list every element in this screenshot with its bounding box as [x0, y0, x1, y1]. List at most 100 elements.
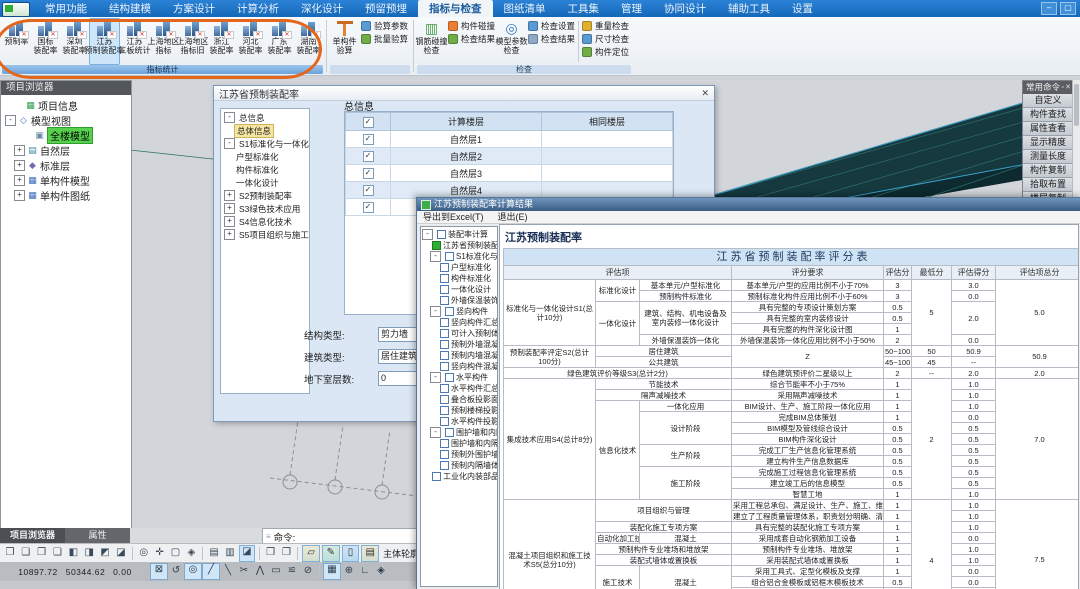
checkbox-icon[interactable]	[440, 439, 449, 448]
checkbox-checked-icon[interactable]: ✓	[363, 117, 374, 128]
ribbon-button[interactable]: ✕预制率	[2, 18, 31, 65]
command-button[interactable]: 显示精度	[1023, 136, 1073, 150]
menu-item[interactable]: 导出到Excel(T)	[423, 211, 484, 223]
project-tree-item[interactable]: +◆标准层	[1, 158, 131, 173]
results-tree-item[interactable]: 预制内墙混凝土体积	[421, 350, 497, 361]
dialog-tree-item[interactable]: 构件标准化	[221, 163, 309, 176]
panel-tab[interactable]: 属性	[65, 528, 130, 543]
checkbox-icon[interactable]	[440, 318, 449, 327]
checkbox-checked-icon[interactable]: ✓	[363, 151, 374, 162]
tree-expander-icon[interactable]: -	[224, 112, 235, 123]
view-cube-right-icon[interactable]: ◨	[82, 546, 96, 561]
checkbox-icon[interactable]	[440, 329, 449, 338]
results-tree-item[interactable]: 竖向构件汇总表	[421, 317, 497, 328]
project-tree-item[interactable]: ▦项目信息	[1, 98, 131, 113]
tree-expander-icon[interactable]: -	[224, 138, 235, 149]
results-tree-item[interactable]: 外墙保温装饰一体化	[421, 295, 497, 306]
polar-line-icon[interactable]: ╲	[220, 564, 236, 579]
checkbox-icon[interactable]	[440, 285, 449, 294]
ribbon-button[interactable]: ✕上海地区指标旧	[178, 18, 207, 65]
undo-view-icon[interactable]: ↺	[168, 564, 184, 579]
results-tree-item[interactable]: 户型标准化	[421, 262, 497, 273]
export-view-icon[interactable]: ▤	[207, 546, 221, 561]
checkbox-cell[interactable]: ✓	[346, 148, 391, 165]
menu-tab[interactable]: 结构建模	[98, 0, 162, 17]
disable-snap-icon[interactable]: ⊘	[300, 564, 316, 579]
ribbon-small-button[interactable]: 检查设置	[528, 20, 575, 31]
results-tree-item[interactable]: -围护墙和内隔墙	[421, 427, 497, 438]
checkbox-icon[interactable]	[440, 351, 449, 360]
slab-display-toggle[interactable]: ▱	[302, 545, 320, 562]
pan-icon[interactable]: ✛	[153, 546, 167, 561]
menu-tab[interactable]: 方案设计	[162, 0, 226, 17]
view-cube-iso-icon[interactable]: ❐	[3, 546, 17, 561]
wireframe-icon[interactable]: ❒	[264, 546, 278, 561]
results-tree-item[interactable]: 一体化设计	[421, 284, 497, 295]
ribbon-small-button[interactable]: 尺寸检查	[582, 33, 629, 44]
checkbox-icon[interactable]	[440, 395, 449, 404]
gem-display-icon[interactable]: ◈	[373, 564, 389, 579]
checkbox-cell[interactable]: ✓	[346, 182, 391, 199]
results-tree-item[interactable]: 预制外墙混凝土体积	[421, 339, 497, 350]
view-cube-left-icon[interactable]: ◧	[66, 546, 80, 561]
dialog-tree-item[interactable]: +S4信息化技术	[221, 215, 309, 228]
checkbox-icon[interactable]	[440, 296, 449, 305]
crosshair-toggle-icon[interactable]: ⊕	[341, 564, 357, 579]
menu-tab[interactable]: 管理	[610, 0, 653, 17]
project-tree-item[interactable]: ▣全楼模型	[1, 128, 131, 143]
checkbox-cell[interactable]: ✓	[346, 165, 391, 182]
menu-tab[interactable]: 工具集	[557, 0, 611, 17]
checkbox-icon[interactable]	[445, 252, 454, 261]
menu-item[interactable]: 退出(E)	[498, 211, 528, 223]
checkbox-cell[interactable]: ✓	[346, 131, 391, 148]
ribbon-button[interactable]: ◎模型参数检查	[497, 18, 526, 65]
select-all-checkbox[interactable]: ✓	[346, 113, 391, 131]
floor-table-row[interactable]: ✓自然层3	[346, 165, 673, 182]
project-tree-item[interactable]: +▤自然层	[1, 143, 131, 158]
dialog-tree-item[interactable]: 户型标准化	[221, 150, 309, 163]
osnap-center-icon[interactable]: ◎	[184, 563, 202, 580]
dialog-tree-item[interactable]: -总信息	[221, 111, 309, 124]
floor-table-row[interactable]: ✓自然层2	[346, 148, 673, 165]
close-icon[interactable]: ✕	[701, 88, 709, 99]
results-tree-item[interactable]: 江苏省预制装配率评分	[421, 240, 497, 251]
ribbon-button[interactable]: ✕浙江装配率	[207, 18, 236, 65]
checkbox-icon[interactable]	[440, 362, 449, 371]
results-tree-item[interactable]: 预制内隔墙体表面	[421, 460, 497, 471]
parallel-icon[interactable]: ≌	[284, 564, 300, 579]
checkbox-icon[interactable]	[440, 274, 449, 283]
grid-toggle-icon[interactable]: ▦	[323, 563, 341, 580]
dialog-tree-item[interactable]: -S1标准化与一体化设计	[221, 137, 309, 150]
hidden-line-icon[interactable]: ❐	[280, 546, 294, 561]
menu-tab[interactable]: 指标与检查	[418, 0, 493, 17]
ribbon-button[interactable]: 单构件验算	[330, 18, 359, 65]
zoom-extents-icon[interactable]: ◈	[184, 546, 198, 561]
tree-expander-icon[interactable]: +	[14, 160, 25, 171]
checkbox-icon[interactable]	[440, 384, 449, 393]
menu-tab[interactable]: 图纸清单	[493, 0, 557, 17]
checkbox-icon[interactable]	[445, 373, 454, 382]
dialog-tree-item[interactable]: +S3绿色技术应用	[221, 202, 309, 215]
menu-tab[interactable]: 设置	[781, 0, 824, 17]
results-tree-item[interactable]: -S1标准化与一体化设计	[421, 251, 497, 262]
results-tree-item[interactable]: 水平构件投影面积	[421, 416, 497, 427]
ribbon-small-button[interactable]: 验算参数	[361, 20, 408, 31]
tree-expander-icon[interactable]: +	[224, 229, 235, 240]
view-cube-se-icon[interactable]: ◪	[114, 546, 128, 561]
command-button[interactable]: 拾取布置	[1023, 178, 1073, 192]
ribbon-button[interactable]: ✕江苏预制装配率	[89, 18, 120, 65]
checkbox-icon[interactable]	[440, 450, 449, 459]
tree-expander-icon[interactable]: +	[224, 216, 235, 227]
results-tree-item[interactable]: -装配率计算	[421, 229, 497, 240]
tree-expander-icon[interactable]: -	[422, 229, 433, 240]
checkbox-icon[interactable]	[437, 230, 446, 239]
orbit-icon[interactable]: ◎	[137, 546, 151, 561]
results-tree-item[interactable]: 叠合板投影面积明细	[421, 394, 497, 405]
results-tree-item[interactable]: 构件标准化	[421, 273, 497, 284]
results-tree-item[interactable]: 围护墙和内隔墙汇总	[421, 438, 497, 449]
ribbon-small-button[interactable]: 检查结果	[528, 33, 575, 44]
ribbon-button[interactable]: ✕河北装配率	[236, 18, 265, 65]
ribbon-button[interactable]: ▥钢筋碰撞检查	[417, 18, 446, 65]
results-tree-item[interactable]: 水平构件汇总表	[421, 383, 497, 394]
command-button[interactable]: 属性查看	[1023, 122, 1073, 136]
